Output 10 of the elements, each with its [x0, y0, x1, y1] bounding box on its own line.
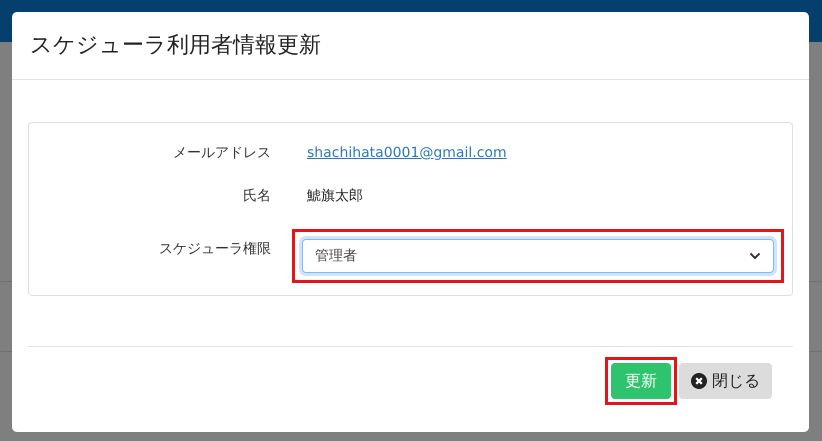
field-label: スケジューラ権限 [158, 240, 271, 259]
name-value: 鯱旗太郎 [307, 187, 363, 206]
field-label: メールアドレス [172, 144, 271, 163]
close-button[interactable]: 閉じる [679, 363, 772, 399]
role-select[interactable]: 管理者 [302, 239, 774, 273]
close-icon [691, 373, 707, 389]
field-label: 氏名 [242, 187, 271, 206]
chevron-down-icon [749, 252, 761, 260]
email-link[interactable]: shachihata0001@gmail.com [307, 143, 507, 164]
dialog-title: スケジューラ利用者情報更新 [30, 32, 321, 60]
